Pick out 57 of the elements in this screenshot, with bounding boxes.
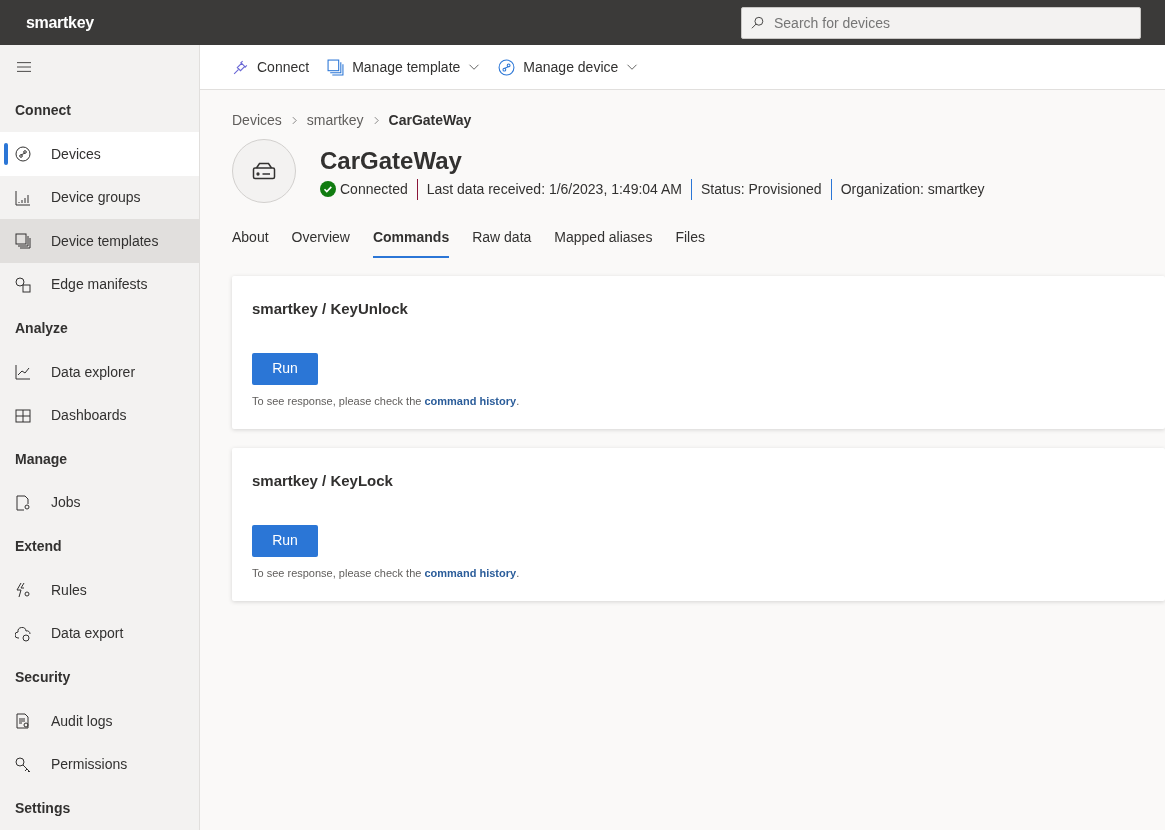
connection-status: Connected <box>340 179 408 199</box>
nav-item[interactable]: Audit logs <box>0 699 199 743</box>
plug-icon <box>232 58 249 76</box>
breadcrumb-link[interactable]: smartkey <box>306 110 364 131</box>
tab[interactable]: Commands <box>372 219 450 258</box>
stacked-pages-icon <box>15 233 31 250</box>
tab[interactable]: Raw data <box>472 219 532 258</box>
nav-item[interactable]: Data explorer <box>0 350 199 394</box>
nav-item[interactable]: Dashboards <box>0 393 199 438</box>
section-heading: Extend <box>14 537 63 557</box>
nav-item[interactable]: Jobs <box>0 481 199 525</box>
chevron-right-icon <box>289 115 299 126</box>
nav-item[interactable]: Permissions <box>0 742 199 787</box>
nav-item[interactable]: Rules <box>0 568 199 612</box>
nav-item[interactable]: Devices <box>0 132 199 176</box>
device-detail: Status: Provisioned <box>691 178 822 200</box>
section-heading: Connect <box>14 100 72 120</box>
nav-item[interactable]: Data export <box>0 611 199 656</box>
stacked-pages-icon <box>327 58 345 76</box>
toolbar-button[interactable]: Connect <box>230 52 312 82</box>
tab[interactable]: Overview <box>291 219 350 258</box>
nav-item[interactable]: Device templates <box>0 219 199 264</box>
command-title: smartkey / KeyLock <box>252 471 394 491</box>
tab[interactable]: Mapped aliases <box>554 219 653 258</box>
toolbar-button[interactable]: Manage template <box>325 52 483 82</box>
line-chart-icon <box>15 364 31 381</box>
dashboard-icon <box>15 407 31 424</box>
device-globe-icon <box>498 58 516 76</box>
response-note: To see response, please check the command history. <box>252 393 521 409</box>
command-history-link[interactable]: command history <box>424 394 517 407</box>
device-detail: Last data received: 1/6/2023, 1:49:04 AM <box>416 178 682 200</box>
bar-grid-icon <box>15 189 31 206</box>
section-heading: Settings <box>14 798 72 818</box>
response-note: To see response, please check the command history. <box>252 565 521 581</box>
command-history-link[interactable]: command history <box>424 566 517 579</box>
device-detail: Organization: smartkey <box>830 178 985 200</box>
run-button[interactable]: Run <box>252 352 318 385</box>
chevron-right-icon <box>371 115 381 126</box>
search-field[interactable]: Search for devices <box>741 6 1141 39</box>
section-heading: Security <box>14 667 72 687</box>
device-name: CarGateWay <box>320 145 463 176</box>
menu-icon <box>16 59 32 74</box>
breadcrumb-current: CarGateWay <box>388 111 472 130</box>
nav-item[interactable]: Device groups <box>0 175 199 220</box>
document-search-icon <box>15 713 31 729</box>
run-button[interactable]: Run <box>252 524 318 557</box>
brand-name: smartkey <box>26 12 94 33</box>
command-title: smartkey / KeyUnlock <box>252 299 409 319</box>
breadcrumb-link[interactable]: Devices <box>232 110 282 131</box>
section-heading: Analyze <box>14 319 69 338</box>
device-globe-icon <box>15 146 31 162</box>
key-icon <box>15 756 31 773</box>
tab[interactable]: About <box>232 219 269 258</box>
toolbar-button[interactable]: Manage device <box>496 52 641 82</box>
nav-item[interactable]: Edge manifests <box>0 263 199 307</box>
tab[interactable]: Files <box>675 219 705 258</box>
section-heading: Manage <box>14 449 69 469</box>
